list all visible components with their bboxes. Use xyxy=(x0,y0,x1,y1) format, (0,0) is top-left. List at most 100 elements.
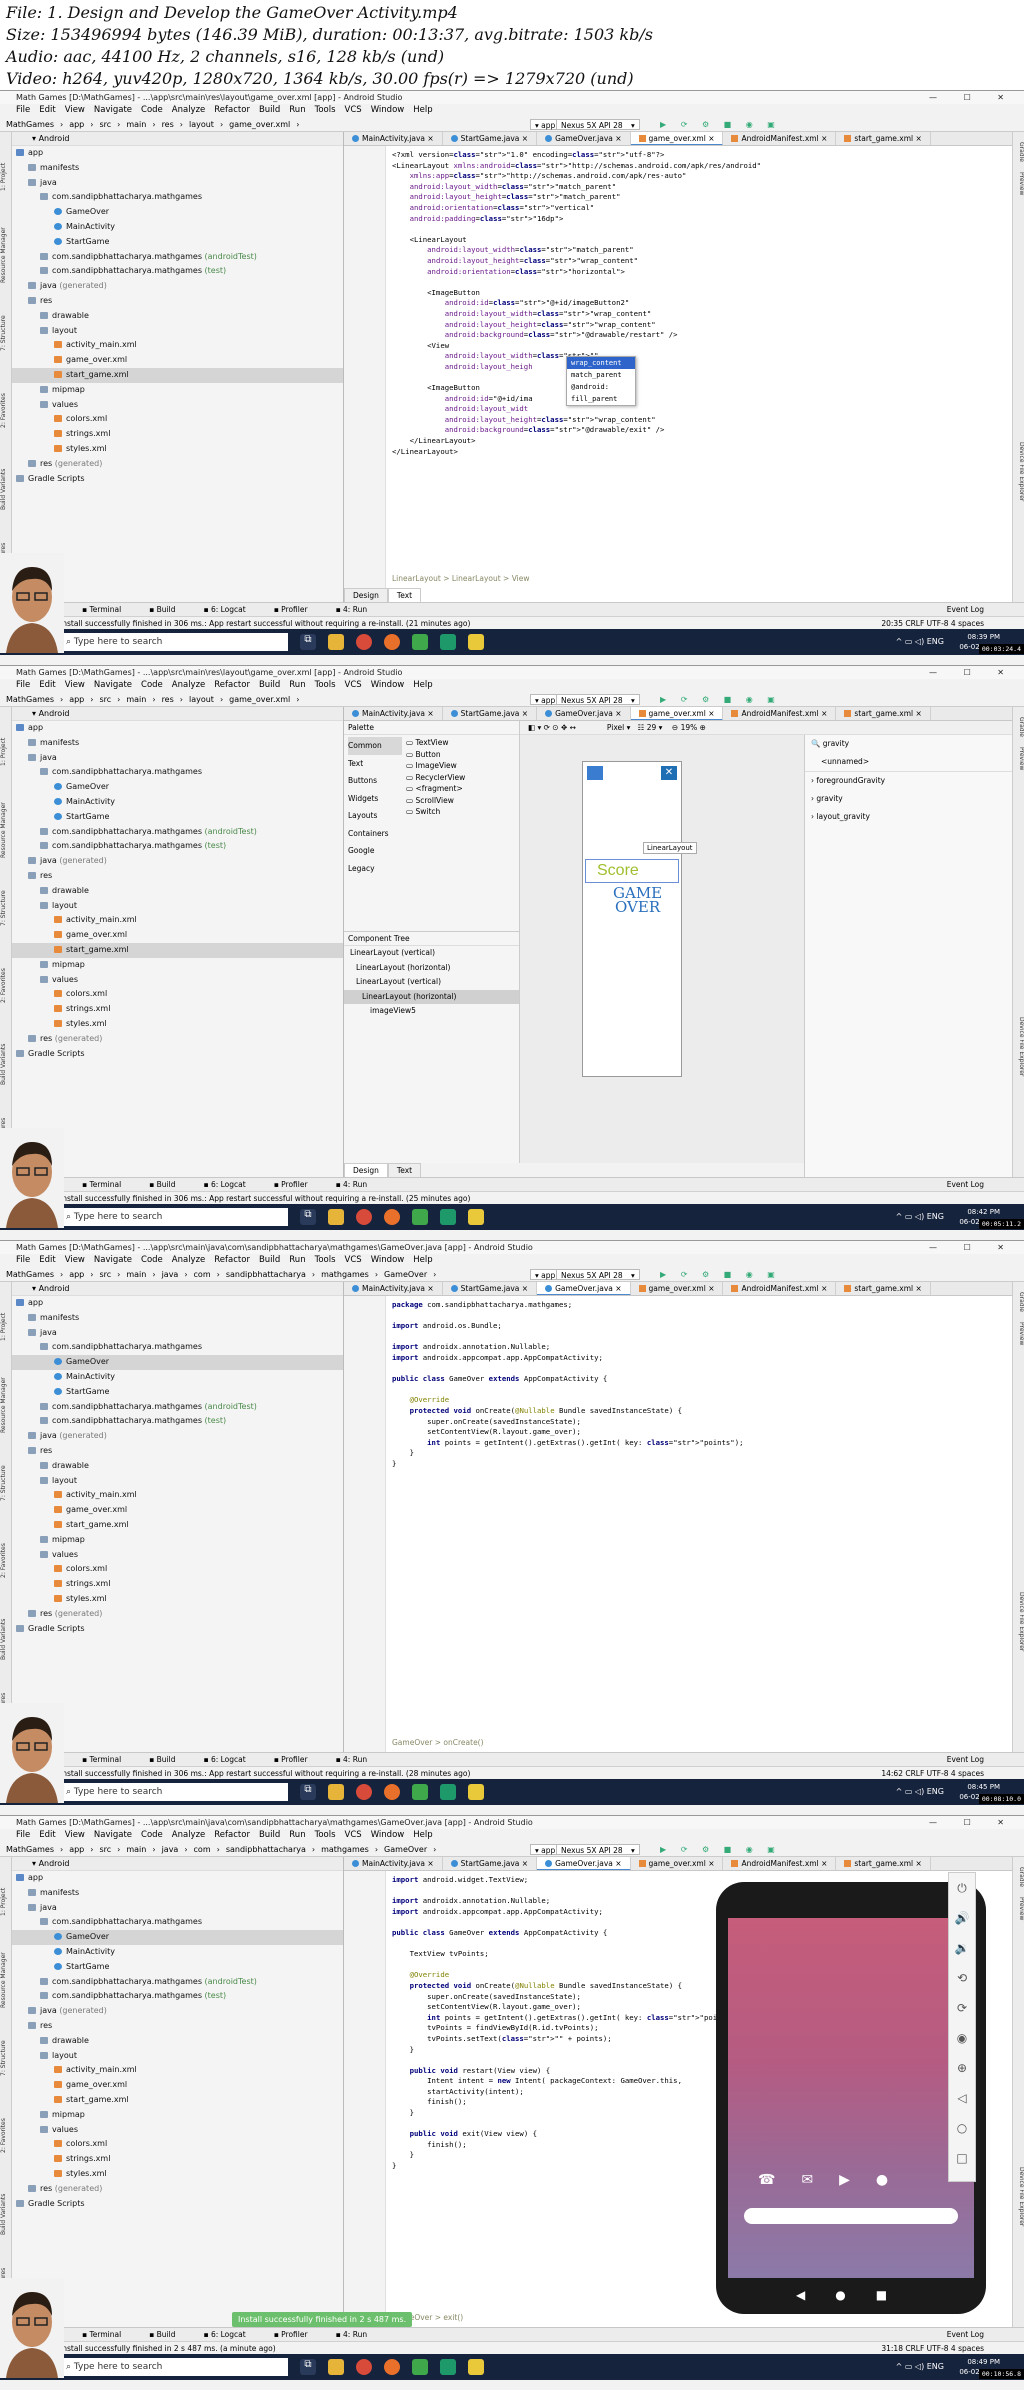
tree-gradle-scripts[interactable]: Gradle Scripts xyxy=(12,1622,343,1637)
left-tool-tab[interactable]: 2: Favorites xyxy=(0,376,12,446)
menu-item[interactable]: Help xyxy=(413,1830,432,1840)
event-log-button[interactable]: Event Log xyxy=(947,1753,984,1767)
nav-crumb[interactable]: GameOver xyxy=(384,1270,427,1279)
editor-tab[interactable]: GameOver.java × xyxy=(537,707,631,720)
back-icon[interactable]: ◁ xyxy=(949,2083,975,2113)
tree-values-file[interactable]: colors.xml xyxy=(12,1562,343,1577)
tree-res-generated[interactable]: res (generated) xyxy=(12,1607,343,1622)
palette-category[interactable]: Containers xyxy=(348,825,402,843)
file-explorer-icon[interactable] xyxy=(328,634,344,650)
event-log-button[interactable]: Event Log xyxy=(947,603,984,617)
system-tray[interactable]: ^ ▭ ◁) ENG xyxy=(896,1212,944,1221)
bottom-tool-tab[interactable]: ▪ Terminal xyxy=(82,1755,135,1764)
editor-tab[interactable]: MainActivity.java × xyxy=(344,1857,443,1870)
system-tray[interactable]: ^ ▭ ◁) ENG xyxy=(896,1787,944,1796)
tree-class-gameover[interactable]: GameOver xyxy=(12,780,343,795)
palette-item[interactable]: ▭ TextView xyxy=(406,737,465,749)
tree-package-test[interactable]: com.sandipbhattacharya.mathgames (test) xyxy=(12,264,343,279)
bottom-tool-tab[interactable]: ▪ Terminal xyxy=(82,605,135,614)
menu-item[interactable]: Window xyxy=(371,1830,405,1840)
tree-java-generated[interactable]: java (generated) xyxy=(12,1429,343,1444)
left-tool-tab[interactable]: 2: Favorites xyxy=(0,1526,12,1596)
tree-res[interactable]: res xyxy=(12,869,343,884)
notes-icon[interactable] xyxy=(468,1784,484,1800)
device-select[interactable]: Nexus 5X API 28 ▾ xyxy=(556,694,640,705)
run-toolbar-icons[interactable]: ▶ ⟳ ⚙ ■ ◉ ▣ xyxy=(660,117,781,132)
menu-item[interactable]: View xyxy=(65,680,85,690)
tree-java-generated[interactable]: java (generated) xyxy=(12,279,343,294)
menu-item[interactable]: Analyze xyxy=(172,680,206,690)
palette-item[interactable]: ▭ ScrollView xyxy=(406,795,465,807)
volume-up-icon[interactable]: 🔊 xyxy=(949,1903,975,1933)
code-text[interactable]: package com.sandipbhattacharya.mathgames… xyxy=(392,1300,743,1470)
tree-app[interactable]: app xyxy=(12,146,343,161)
tree-values-file[interactable]: colors.xml xyxy=(12,987,343,1002)
nav-crumb[interactable]: src xyxy=(99,120,111,129)
nav-crumb[interactable]: src xyxy=(99,1270,111,1279)
menu-item[interactable]: Code xyxy=(141,105,163,115)
left-tool-tab[interactable]: Resource Manager xyxy=(0,795,12,865)
code-text[interactable]: import android.widget.TextView; import a… xyxy=(392,1875,743,2172)
taskbar-search[interactable]: ⌕ Type here to search xyxy=(58,1208,288,1226)
left-tool-tab[interactable]: 2: Favorites xyxy=(0,2101,12,2171)
menu-item[interactable]: Help xyxy=(413,105,432,115)
nav-crumb[interactable]: game_over.xml xyxy=(229,695,290,704)
run-toolbar-icons[interactable]: ▶ ⟳ ⚙ ■ ◉ ▣ xyxy=(660,1267,781,1282)
device-select[interactable]: Nexus 5X API 28 ▾ xyxy=(556,119,640,130)
tree-class-gameover[interactable]: GameOver xyxy=(12,205,343,220)
tree-layout-file[interactable]: start_game.xml xyxy=(12,942,343,958)
component-tree-node[interactable]: LinearLayout (horizontal) xyxy=(344,961,519,976)
right-tool-tab[interactable]: Device File Explorer xyxy=(1013,2167,1024,2226)
menu-item[interactable]: Window xyxy=(371,105,405,115)
tree-app[interactable]: app xyxy=(12,1296,343,1311)
tree-package[interactable]: com.sandipbhattacharya.mathgames xyxy=(12,765,343,780)
code-editor[interactable]: package com.sandipbhattacharya.mathgames… xyxy=(344,1296,1012,1752)
nav-crumb[interactable]: main xyxy=(126,1845,146,1854)
rotate-right-icon[interactable]: ⟳ xyxy=(949,1993,975,2023)
right-tool-tab[interactable]: Gradle xyxy=(1013,142,1024,162)
menu-item[interactable]: Build xyxy=(259,105,280,115)
menu-item[interactable]: VCS xyxy=(345,680,362,690)
nav-crumb[interactable]: GameOver xyxy=(384,1845,427,1854)
notes-icon[interactable] xyxy=(468,2359,484,2375)
nav-crumb[interactable]: sandipbhattacharya xyxy=(226,1845,306,1854)
tree-manifests[interactable]: manifests xyxy=(12,161,343,176)
left-tool-tab[interactable]: 2: Favorites xyxy=(0,951,12,1021)
tree-layout-file[interactable]: start_game.xml xyxy=(12,367,343,383)
bottom-tool-tab[interactable]: ▪ 6: Logcat xyxy=(203,605,259,614)
bottom-tool-tab[interactable]: ▪ Build xyxy=(149,1180,189,1189)
code-editor[interactable]: <?xml version=class="str">"1.0" encoding… xyxy=(344,146,1012,602)
nav-crumb[interactable]: layout xyxy=(189,695,214,704)
autocomplete-item[interactable]: fill_parent xyxy=(567,393,635,405)
tree-layout-file[interactable]: start_game.xml xyxy=(12,1518,343,1533)
nav-crumb[interactable]: mathgames xyxy=(321,1270,369,1279)
menu-item[interactable]: Window xyxy=(371,680,405,690)
nav-crumb[interactable]: sandipbhattacharya xyxy=(226,1270,306,1279)
tree-layout-file[interactable]: game_over.xml xyxy=(12,353,343,368)
menu-item[interactable]: Build xyxy=(259,680,280,690)
attribute-row[interactable]: › foregroundGravity xyxy=(805,772,1012,790)
tree-res[interactable]: res xyxy=(12,2019,343,2034)
tree-layout[interactable]: layout xyxy=(12,2049,343,2064)
android-nav-buttons[interactable]: ◀●■ xyxy=(796,2288,916,2302)
tree-values-file[interactable]: colors.xml xyxy=(12,412,343,427)
tree-class-mainactivity[interactable]: MainActivity xyxy=(12,1945,343,1960)
editor-tab[interactable]: MainActivity.java × xyxy=(344,1282,443,1295)
tree-gradle-scripts[interactable]: Gradle Scripts xyxy=(12,2197,343,2212)
tree-layout[interactable]: layout xyxy=(12,1474,343,1489)
android-studio-icon[interactable] xyxy=(412,2359,428,2375)
task-view-icon[interactable]: ⧉ xyxy=(300,1784,316,1800)
bottom-tool-tab[interactable]: ▪ 6: Logcat xyxy=(203,1180,259,1189)
menu-item[interactable]: VCS xyxy=(345,1255,362,1265)
palette-item[interactable]: ▭ <fragment> xyxy=(406,783,465,795)
editor-tab[interactable]: start_game.xml × xyxy=(836,707,931,720)
tree-values-file[interactable]: strings.xml xyxy=(12,1577,343,1592)
tree-values[interactable]: values xyxy=(12,398,343,413)
nav-crumb[interactable]: java xyxy=(162,1845,179,1854)
left-tool-tab[interactable]: Build Variants xyxy=(0,1604,12,1674)
right-tool-tab[interactable]: Gradle xyxy=(1013,1867,1024,1887)
tree-mipmap[interactable]: mipmap xyxy=(12,958,343,973)
menu-item[interactable]: Navigate xyxy=(94,1830,132,1840)
left-tool-tab[interactable]: Build Variants xyxy=(0,2179,12,2249)
tree-drawable[interactable]: drawable xyxy=(12,1459,343,1474)
